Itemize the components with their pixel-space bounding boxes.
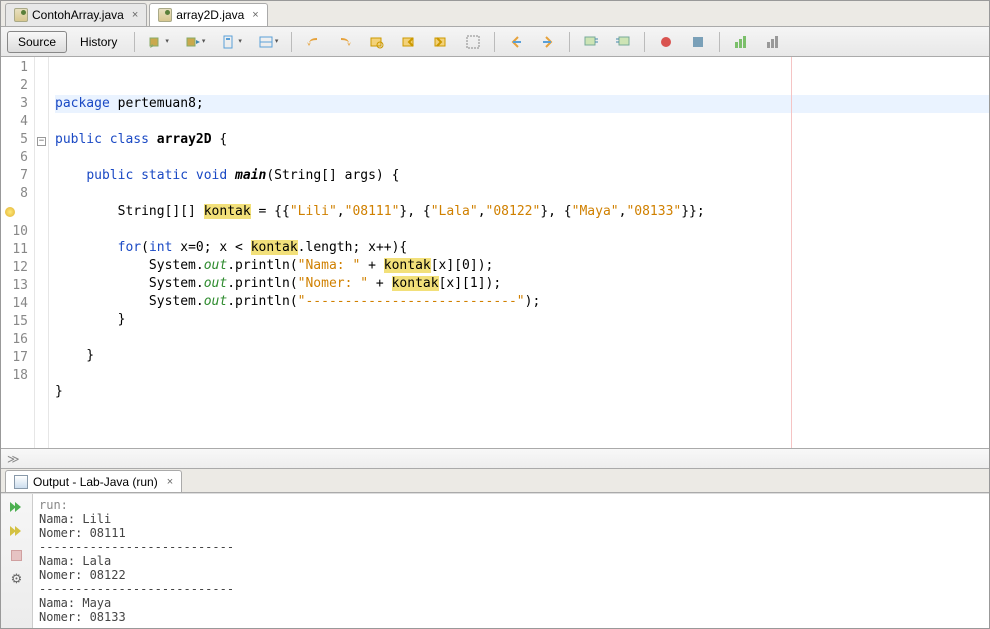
output-tabs: Output - Lab-Java (run) × (1, 469, 989, 493)
separator (134, 32, 135, 52)
hint-icon[interactable] (5, 207, 15, 217)
undo-icon[interactable] (298, 31, 328, 53)
history-view-button[interactable]: History (69, 31, 128, 53)
redo-icon[interactable] (330, 31, 360, 53)
find-previous-icon[interactable] (394, 31, 424, 53)
toggle-bookmark-icon[interactable]: ▾ (214, 31, 249, 53)
tab-label: ContohArray.java (32, 8, 124, 22)
separator (719, 32, 720, 52)
console-output[interactable]: run: Nama: Lili Nomer: 08111 -----------… (33, 494, 989, 628)
tab-label: array2D.java (176, 8, 244, 22)
java-file-icon (14, 8, 28, 22)
comment-icon[interactable] (576, 31, 606, 53)
find-next-icon[interactable] (426, 31, 456, 53)
stop-macro-icon[interactable] (683, 31, 713, 53)
tab-array2d[interactable]: array2D.java × (149, 3, 267, 26)
breadcrumb-glyph: ≫ (7, 452, 20, 466)
separator (644, 32, 645, 52)
output-tab-label: Output - Lab-Java (run) (33, 475, 158, 489)
shift-left-icon[interactable] (501, 31, 531, 53)
file-tabs: ContohArray.java × array2D.java × (1, 1, 989, 27)
start-macro-icon[interactable] (651, 31, 681, 53)
code-content[interactable]: package pertemuan8; public class array2D… (49, 57, 989, 448)
code-editor[interactable]: 12345678101112131415161718 − package per… (1, 57, 989, 449)
output-panel: ⚙ run: Nama: Lili Nomer: 08111 ---------… (1, 493, 989, 628)
separator (569, 32, 570, 52)
line-number-gutter: 12345678101112131415161718 (1, 57, 35, 448)
fold-toggle-icon[interactable]: − (37, 137, 46, 146)
shift-right-icon[interactable] (533, 31, 563, 53)
output-tab[interactable]: Output - Lab-Java (run) × (5, 470, 182, 492)
uncomment-icon[interactable] (608, 31, 638, 53)
toggle-rect-selection-icon[interactable] (458, 31, 488, 53)
separator (291, 32, 292, 52)
sort-icon[interactable] (758, 31, 788, 53)
source-view-button[interactable]: Source (7, 31, 67, 53)
breadcrumb-bar[interactable]: ≫ (1, 449, 989, 469)
close-icon[interactable]: × (167, 476, 173, 488)
tab-contoharray[interactable]: ContohArray.java × (5, 3, 147, 26)
forward-icon[interactable]: ▾ (178, 31, 213, 53)
close-icon[interactable]: × (132, 9, 138, 21)
fold-gutter: − (35, 57, 49, 448)
rerun-button[interactable] (8, 498, 26, 516)
output-window-icon (14, 475, 28, 489)
last-edit-icon[interactable]: ▾ (141, 31, 176, 53)
editor-toolbar: Source History ▾ ▾ ▾ ▾ (1, 27, 989, 57)
profile-icon[interactable] (726, 31, 756, 53)
rerun-debug-button[interactable] (8, 522, 26, 540)
stop-button[interactable] (8, 546, 26, 564)
margin-line (791, 57, 792, 448)
toggle-highlight-icon[interactable]: ▾ (251, 31, 286, 53)
find-selection-icon[interactable] (362, 31, 392, 53)
separator (494, 32, 495, 52)
close-icon[interactable]: × (252, 9, 258, 21)
settings-button[interactable]: ⚙ (8, 570, 26, 588)
output-sidebar: ⚙ (1, 494, 33, 628)
java-file-icon (158, 8, 172, 22)
